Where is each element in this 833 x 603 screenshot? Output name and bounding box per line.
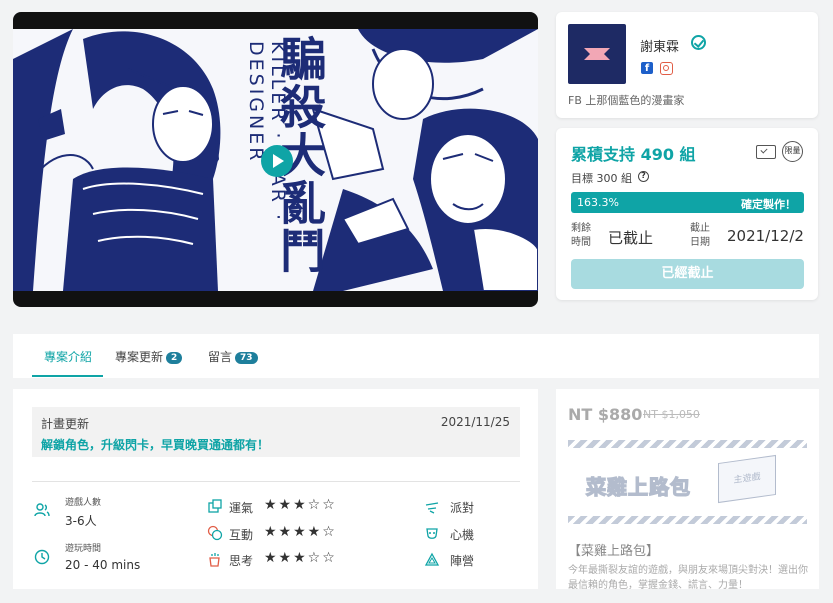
divider xyxy=(32,481,520,482)
luck-dice-icon xyxy=(208,499,222,513)
progress-percent: 163.3% xyxy=(577,196,619,209)
update-label: 計畫更新 xyxy=(41,417,90,431)
funding-card: 累積支持 490 組 限量 目標 300 組 ? 163.3% 確定製作！ 剩餘… xyxy=(556,128,818,300)
reward-name: 【菜雞上路包】 xyxy=(568,544,660,559)
players-label: 遊戲人數 xyxy=(65,498,102,508)
playtime-label: 遊玩時間 xyxy=(65,544,102,554)
progress-status: 確定製作！ xyxy=(741,198,796,211)
updates-count-badge: 2 xyxy=(166,352,183,364)
latest-update[interactable]: 計畫更新 2021/11/25 解鎖角色，升級閃卡，早買晚買通通都有！ xyxy=(32,407,520,457)
interaction-chat-icon xyxy=(207,525,223,541)
update-message[interactable]: 解鎖角色，升級閃卡，早買晚買通通都有！ xyxy=(41,436,269,453)
tab-intro[interactable]: 專案介紹 xyxy=(44,348,92,365)
deadline-label: 截止 日期 xyxy=(690,223,710,248)
attr-thinking-stars: ★★★☆☆ xyxy=(264,550,337,566)
thinking-cup-icon xyxy=(209,553,220,567)
creator-avatar[interactable] xyxy=(568,24,626,84)
project-video[interactable]: 騙殺大亂鬥 KILLER · LIAR · DESIGNER xyxy=(13,12,538,307)
attr-thinking-label: 思考 xyxy=(229,554,254,568)
reward-price: NT $880 xyxy=(568,405,643,424)
game-box-illustration: 主遊戲 xyxy=(718,454,776,504)
tab-updates[interactable]: 專案更新 2 xyxy=(115,348,183,365)
reward-art-title: 菜雞上路包 xyxy=(585,474,691,499)
tag-scheming: 心機 xyxy=(450,528,475,542)
remaining-value: 已截止 xyxy=(608,229,654,247)
attr-luck-label: 運氣 xyxy=(229,501,254,515)
attr-interaction-stars: ★★★★☆ xyxy=(264,524,337,540)
party-icon xyxy=(425,502,439,514)
progress-bar: 163.3% 確定製作！ xyxy=(571,192,804,213)
attr-luck-stars: ★★★☆☆ xyxy=(264,497,337,513)
faction-triangle-icon xyxy=(424,552,440,566)
limited-badge-icon: 限量 xyxy=(782,141,803,162)
reward-description: 今年最撕裂友誼的遊戲，與朋友來場頂尖對決！選出你最信賴的角色，掌握金錢、謊言、力… xyxy=(568,565,808,591)
active-tab-indicator xyxy=(32,375,103,377)
verified-icon xyxy=(691,35,706,50)
comments-count-badge: 73 xyxy=(235,352,258,364)
funding-goal: 目標 300 組 xyxy=(571,172,632,185)
facebook-icon[interactable]: f xyxy=(641,62,653,74)
project-tabs: 專案介紹 專案更新 2 留言 73 xyxy=(13,334,819,378)
decor-stripe-bottom xyxy=(568,516,807,524)
project-info-panel: 計畫更新 2021/11/25 解鎖角色，升級閃卡，早買晚買通通都有！ 遊戲人數… xyxy=(13,389,538,589)
playtime-value: 20 - 40 mins xyxy=(65,558,141,572)
attr-interaction-label: 互動 xyxy=(229,528,254,542)
instagram-icon[interactable] xyxy=(660,62,673,75)
shipping-truck-icon xyxy=(756,145,776,159)
backers-count: 累積支持 490 組 xyxy=(571,145,696,164)
tag-faction: 陣營 xyxy=(450,554,475,568)
creator-bio: FB 上那個藍色的漫畫家 xyxy=(568,94,685,107)
project-ended-button[interactable]: 已經截止 xyxy=(571,259,804,289)
clock-icon xyxy=(34,549,50,565)
creator-card: 謝東霖 f FB 上那個藍色的漫畫家 xyxy=(556,12,818,118)
reward-original-price: NT $1,050 xyxy=(643,408,700,421)
scheming-mask-icon xyxy=(426,528,438,539)
creator-name[interactable]: 謝東霖 xyxy=(640,36,679,55)
reward-card[interactable]: NT $880 NT $1,050 菜雞上路包 主遊戲 【菜雞上路包】 今年最撕… xyxy=(556,389,819,591)
tab-comments[interactable]: 留言 73 xyxy=(208,348,258,365)
update-date: 2021/11/25 xyxy=(440,415,510,429)
tag-party: 派對 xyxy=(450,501,475,515)
avatar-logo-icon xyxy=(584,48,610,60)
decor-stripe-top xyxy=(568,440,807,448)
help-icon[interactable]: ? xyxy=(638,171,649,182)
players-icon xyxy=(34,503,50,517)
remaining-label: 剩餘 時間 xyxy=(571,223,591,248)
deadline-value: 2021/12/2 xyxy=(727,227,804,245)
players-value: 3-6人 xyxy=(65,514,97,528)
play-icon[interactable] xyxy=(261,145,293,177)
